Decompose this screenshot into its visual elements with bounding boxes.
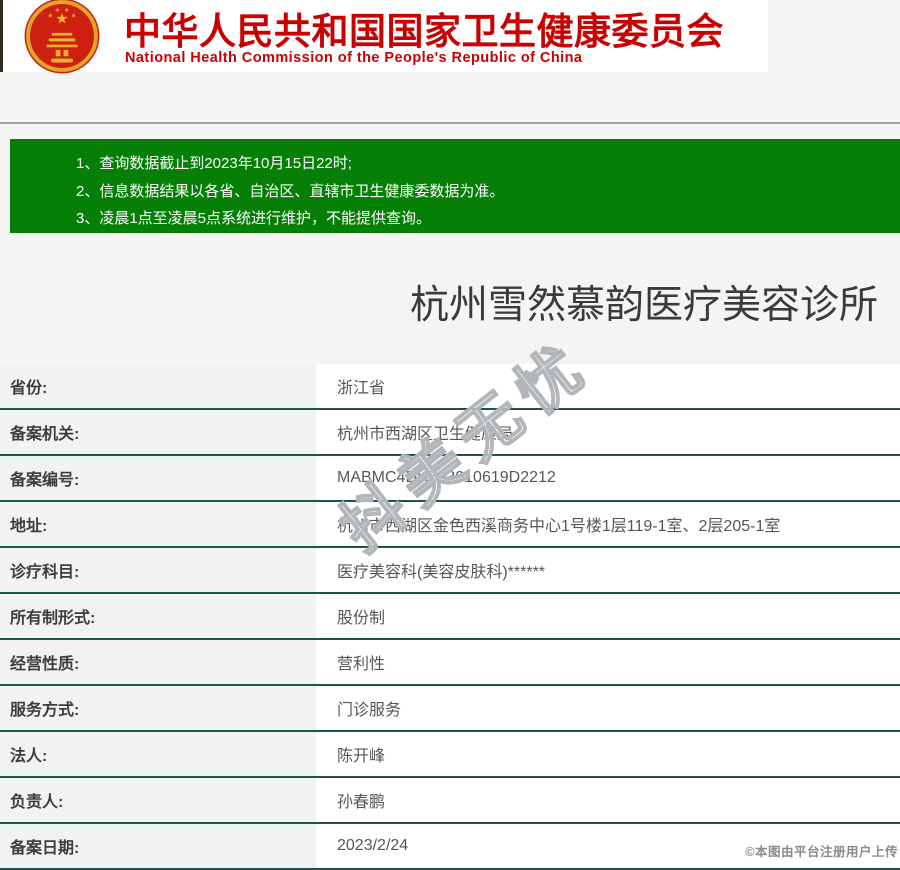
svg-text:★: ★ (71, 12, 77, 19)
svg-text:★: ★ (48, 12, 54, 19)
field-value: 孙春鹏 (316, 778, 900, 822)
field-label: 备案机关: (0, 410, 316, 454)
field-label: 备案编号: (0, 456, 316, 500)
table-row: 省份: 浙江省 (0, 364, 900, 410)
site-header: ★ ★ ★ ★ ★ 中华人民共和国国家卫生健康委员会 National Heal… (0, 0, 768, 74)
institution-title: 杭州雪然慕韵医疗美容诊所 (410, 284, 879, 327)
field-label: 省份: (0, 364, 316, 408)
field-label: 经营性质: (0, 640, 316, 684)
header-title-cn: 中华人民共和国国家卫生健康委员会 (124, 11, 724, 52)
field-value: 营利性 (316, 640, 900, 684)
table-row: 所有制形式: 股份制 (0, 594, 900, 640)
notice-line: 1、查询数据截止到2023年10月15日22时; (76, 155, 352, 172)
field-value: 浙江省 (316, 364, 900, 408)
svg-text:★: ★ (55, 7, 61, 14)
field-value: 杭州市西湖区卫生健康局 (316, 410, 900, 454)
field-value: 杭州市西湖区金色西溪商务中心1号楼1层119-1室、2层205-1室 (316, 502, 900, 546)
header-title-en: National Health Commission of the People… (125, 50, 583, 66)
record-table: 省份: 浙江省 备案机关: 杭州市西湖区卫生健康局 备案编号: MABMC4DH… (0, 364, 900, 870)
field-label: 地址: (0, 502, 316, 546)
notice-line: 2、信息数据结果以各省、自治区、直辖市卫生健康委数据为准。 (76, 182, 505, 200)
header-divider (0, 122, 900, 124)
field-value: MABMC4DH533010619D2212 (316, 456, 900, 500)
field-value: 医疗美容科(美容皮肤科)****** (316, 548, 900, 592)
svg-text:★: ★ (55, 12, 68, 28)
field-value: 股份制 (316, 594, 900, 638)
notice-box: 1、查询数据截止到2023年10月15日22时; 2、信息数据结果以各省、自治区… (10, 139, 900, 233)
field-label: 备案日期: (0, 824, 316, 868)
svg-text:★: ★ (64, 7, 70, 14)
notice-line: 3、凌晨1点至凌晨5点系统进行维护，不能提供查询。 (76, 210, 432, 227)
field-label: 法人: (0, 732, 316, 776)
table-row: 服务方式: 门诊服务 (0, 686, 900, 732)
national-emblem-icon: ★ ★ ★ ★ ★ (24, 0, 100, 74)
table-row: 备案机关: 杭州市西湖区卫生健康局 (0, 410, 900, 456)
table-row: 经营性质: 营利性 (0, 640, 900, 686)
table-row: 备案编号: MABMC4DH533010619D2212 (0, 456, 900, 502)
table-row: 地址: 杭州市西湖区金色西溪商务中心1号楼1层119-1室、2层205-1室 (0, 502, 900, 548)
field-label: 负责人: (0, 778, 316, 822)
field-value: 门诊服务 (316, 686, 900, 730)
field-label: 服务方式: (0, 686, 316, 730)
field-label: 诊疗科目: (0, 548, 316, 592)
field-label: 所有制形式: (0, 594, 316, 638)
copyright-watermark: ©本图由平台注册用户上传 (745, 845, 898, 859)
table-row: 法人: 陈开峰 (0, 732, 900, 778)
photo-edge-artifact (0, 0, 3, 72)
table-row: 负责人: 孙春鹏 (0, 778, 900, 824)
table-row: 诊疗科目: 医疗美容科(美容皮肤科)****** (0, 548, 900, 594)
field-value: 陈开峰 (316, 732, 900, 776)
